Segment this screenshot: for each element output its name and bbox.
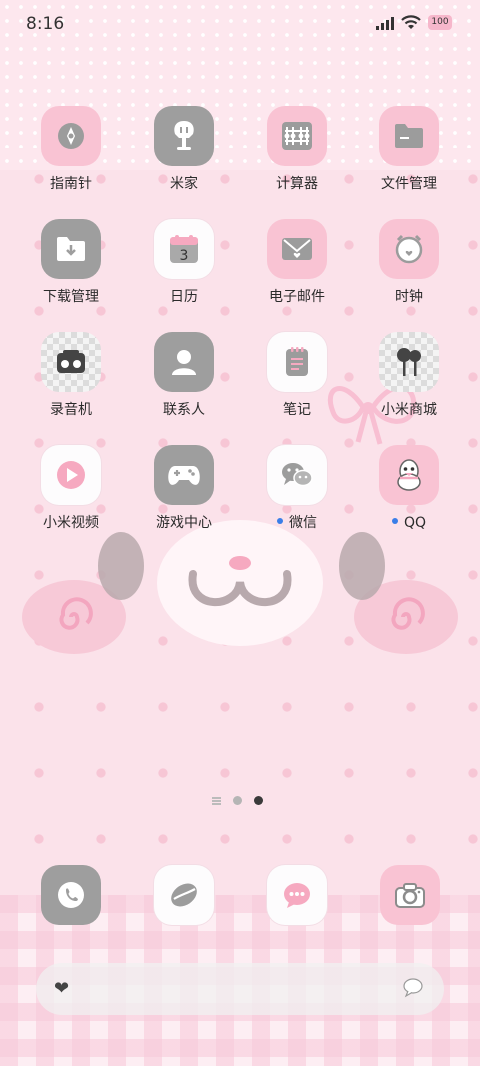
compass-icon (41, 106, 101, 166)
app-label: 日历 (170, 289, 198, 305)
app-compass[interactable]: 指南针 (21, 106, 121, 193)
recorder-icon (41, 332, 101, 392)
app-label: 计算器 (276, 176, 318, 192)
new-badge-dot (391, 518, 398, 524)
battery-icon: 100 (428, 15, 452, 30)
app-qq[interactable]: QQ (359, 445, 459, 532)
app-calendar[interactable]: 3 日历 (134, 219, 234, 306)
app-calculator[interactable]: 计算器 (247, 106, 347, 193)
app-file-manager[interactable]: 文件管理 (359, 106, 459, 193)
app-label: 指南针 (50, 176, 92, 192)
qq-penguin-icon (379, 445, 439, 505)
heart-icon[interactable]: ❤ (54, 979, 69, 999)
app-label: 时钟 (395, 289, 423, 305)
status-bar: 8:16 100 (0, 0, 480, 50)
phone-icon (58, 882, 84, 908)
wechat-icon (267, 445, 327, 505)
dock-browser[interactable] (154, 865, 214, 925)
dock-camera[interactable] (380, 865, 440, 925)
alarm-clock-icon (379, 219, 439, 279)
app-clock[interactable]: 时钟 (359, 219, 459, 306)
calculator-icon (267, 106, 327, 166)
app-label: 录音机 (50, 402, 92, 418)
sheep-ear-right (339, 532, 385, 600)
sheep-ear-left (98, 532, 144, 600)
camera-icon (395, 883, 425, 908)
app-mi-video[interactable]: 小米视频 (21, 445, 121, 532)
app-label: 米家 (170, 176, 198, 192)
search-bar[interactable]: ❤ (36, 963, 444, 1015)
page-indicator-menu-icon[interactable] (212, 796, 221, 805)
app-label: 微信 (289, 515, 317, 531)
messages-icon (284, 883, 310, 908)
status-time: 8:16 (26, 14, 65, 34)
app-label: 电子邮件 (269, 289, 325, 305)
app-label: QQ (403, 515, 427, 531)
mail-icon (267, 219, 327, 279)
page-indicator[interactable] (212, 796, 263, 805)
contacts-icon (154, 332, 214, 392)
app-email[interactable]: 电子邮件 (247, 219, 347, 306)
folder-icon (379, 106, 439, 166)
calendar-icon: 3 (154, 219, 214, 279)
app-mijia[interactable]: 米家 (134, 106, 234, 193)
notes-icon (267, 332, 327, 392)
app-label: 下载管理 (43, 289, 99, 305)
app-download-manager[interactable]: 下载管理 (21, 219, 121, 306)
mijia-icon (154, 106, 214, 166)
page-dot-2-active[interactable] (254, 796, 263, 805)
app-contacts[interactable]: 联系人 (134, 332, 234, 419)
app-label-with-dot: QQ (359, 514, 459, 532)
app-notes[interactable]: 笔记 (247, 332, 347, 419)
app-recorder[interactable]: 录音机 (21, 332, 121, 419)
browser-icon (171, 883, 197, 907)
video-play-icon (41, 445, 101, 505)
sheep-face-decoration (157, 520, 323, 646)
app-label-with-dot: 微信 (247, 514, 347, 532)
gamepad-icon (154, 445, 214, 505)
page-dot-1[interactable] (233, 796, 242, 805)
wifi-icon (401, 15, 421, 29)
app-wechat[interactable]: 微信 (247, 445, 347, 532)
app-label: 笔记 (283, 402, 311, 418)
calendar-day: 3 (180, 248, 189, 264)
mi-store-icon (379, 332, 439, 392)
status-icons: 100 (376, 15, 452, 30)
app-label: 小米商城 (381, 402, 437, 418)
dock-messages[interactable] (267, 865, 327, 925)
app-game-center[interactable]: 游戏中心 (134, 445, 234, 532)
app-label: 游戏中心 (156, 515, 212, 531)
download-icon (41, 219, 101, 279)
app-label: 文件管理 (381, 176, 437, 192)
app-mi-store[interactable]: 小米商城 (359, 332, 459, 419)
signal-icon (376, 16, 394, 30)
app-label: 联系人 (163, 402, 205, 418)
new-badge-dot (277, 518, 283, 524)
dock-phone[interactable] (41, 865, 101, 925)
chat-bubble-icon[interactable] (402, 977, 424, 999)
app-label: 小米视频 (43, 515, 99, 531)
